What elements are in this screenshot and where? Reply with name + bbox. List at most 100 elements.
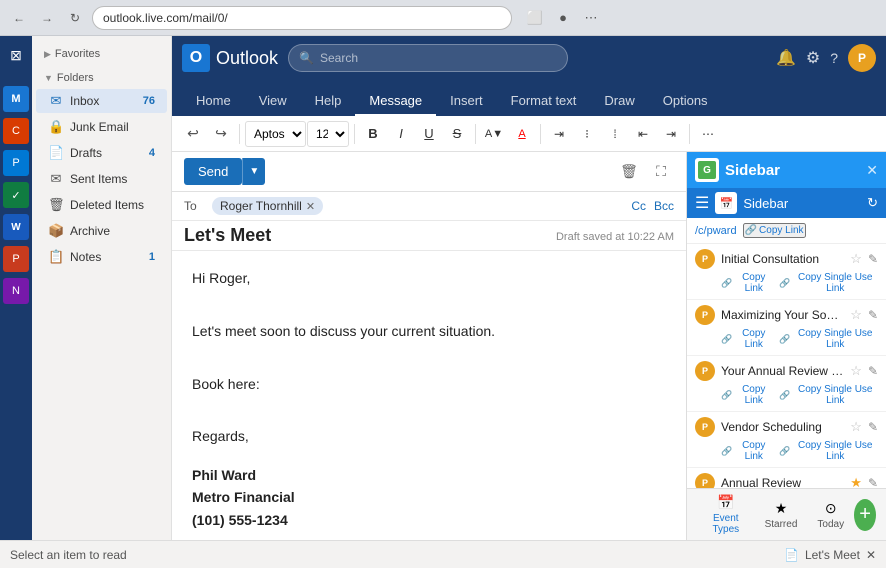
back-button[interactable]: ← [8, 7, 30, 29]
refresh-button[interactable]: ↻ [64, 7, 86, 29]
recipient-name: Roger Thornhill [220, 199, 302, 213]
gr-add-button[interactable]: + [854, 499, 876, 531]
gr-tab-starred[interactable]: ★ Starred [755, 496, 808, 534]
underline-button[interactable]: U [416, 121, 442, 147]
signature-phone: (101) 555-1234 [192, 509, 666, 531]
gr-edit-button[interactable]: ✎ [868, 364, 878, 378]
decrease-indent-button[interactable]: ⇤ [630, 121, 656, 147]
highlight-button[interactable]: A▼ [481, 121, 507, 147]
url-bar[interactable]: outlook.live.com/mail/0/ [92, 6, 512, 30]
forward-button[interactable]: → [36, 7, 58, 29]
notification-icon[interactable]: 🔔 [776, 48, 796, 68]
browser-menu-button[interactable]: ⋯ [580, 7, 602, 29]
gr-list-item: P Initial Consultation ☆ ✎ 🔗 Copy Link 🔗… [687, 244, 886, 300]
gr-close-button[interactable]: ✕ [866, 162, 878, 179]
tab-format-text[interactable]: Format text [497, 87, 591, 116]
gr-star-button[interactable]: ☆ [850, 363, 862, 379]
tab-message[interactable]: Message [355, 87, 436, 116]
discard-button[interactable]: 🗑 [616, 159, 642, 185]
formatting-toolbar: ↩ ↪ Aptos 12 B I U S A▼ A [172, 116, 886, 152]
increase-indent-button[interactable]: ⇥ [658, 121, 684, 147]
numbering-button[interactable]: ⁞ [602, 121, 628, 147]
gr-user-copy-link-button[interactable]: 🔗 Copy Link [743, 223, 806, 238]
gr-star-button[interactable]: ★ [850, 475, 862, 488]
gr-copy-link-button[interactable]: 🔗 Copy Link [721, 328, 773, 350]
app-icon-tasks[interactable]: ✓ [3, 182, 29, 208]
tab-insert[interactable]: Insert [436, 87, 497, 116]
search-input[interactable] [320, 51, 557, 65]
send-dropdown-button[interactable]: ▼ [242, 158, 265, 185]
app-icon-word[interactable]: W [3, 214, 29, 240]
email-body[interactable]: Hi Roger, Let's meet soon to discuss you… [172, 251, 686, 540]
cc-button[interactable]: Cc [631, 199, 646, 213]
font-size-select[interactable]: 12 [307, 121, 349, 147]
gr-edit-button[interactable]: ✎ [868, 420, 878, 434]
font-name-select[interactable]: Aptos [245, 121, 306, 147]
folder-archive[interactable]: 📦 Archive [36, 219, 167, 243]
indent-button[interactable]: ⇥ [546, 121, 572, 147]
font-color-button[interactable]: A [509, 121, 535, 147]
gr-copy-single-use-button[interactable]: 🔗 Copy Single Use Link [779, 272, 878, 294]
folder-deleted[interactable]: 🗑 Deleted Items [36, 193, 167, 217]
gr-star-button[interactable]: ☆ [850, 419, 862, 435]
redo-button[interactable]: ↪ [208, 121, 234, 147]
gr-edit-button[interactable]: ✎ [868, 252, 878, 266]
tab-draw[interactable]: Draw [590, 87, 648, 116]
to-recipient-field[interactable]: Roger Thornhill ✕ [212, 197, 323, 215]
gr-tab-event-types[interactable]: 📅 Event Types [697, 490, 755, 539]
profile-button[interactable]: ● [552, 7, 574, 29]
header-search-box[interactable]: 🔍 [288, 44, 568, 72]
folder-notes[interactable]: 📋 Notes 1 [36, 245, 167, 269]
email-subject[interactable]: Let's Meet [184, 225, 271, 245]
copy-single-use-icon: 🔗 [779, 334, 790, 345]
popout-button[interactable]: ⛶ [648, 159, 674, 185]
gr-star-button[interactable]: ☆ [850, 251, 862, 267]
bullets-button[interactable]: ⁝ [574, 121, 600, 147]
app-icon-powerpoint[interactable]: P [3, 246, 29, 272]
gr-tab-today[interactable]: ⊙ Today [807, 496, 854, 534]
folders-section[interactable]: ▼ Folders [32, 68, 171, 88]
settings-icon[interactable]: ⚙ [806, 48, 820, 68]
bcc-button[interactable]: Bcc [654, 199, 674, 213]
bottom-email-label[interactable]: Let's Meet [805, 548, 860, 562]
folder-sent[interactable]: ✉ Sent Items [36, 167, 167, 191]
italic-button[interactable]: I [388, 121, 414, 147]
app-icon-grid[interactable]: ⊠ [3, 42, 29, 68]
gr-copy-single-use-button[interactable]: 🔗 Copy Single Use Link [779, 384, 878, 406]
gr-copy-link-button[interactable]: 🔗 Copy Link [721, 272, 773, 294]
folder-junk[interactable]: 🔒 Junk Email [36, 115, 167, 139]
gr-edit-button[interactable]: ✎ [868, 476, 878, 488]
gr-copy-link-button[interactable]: 🔗 Copy Link [721, 440, 773, 462]
app-icon-mail[interactable]: M [3, 86, 29, 112]
app-icon-onenote[interactable]: N [3, 278, 29, 304]
gr-copy-single-use-button[interactable]: 🔗 Copy Single Use Link [779, 328, 878, 350]
gr-copy-link-button[interactable]: 🔗 Copy Link [721, 384, 773, 406]
favorites-section[interactable]: ▶ Favorites [32, 44, 171, 64]
remove-recipient-button[interactable]: ✕ [306, 200, 315, 213]
email-header-icons: 🗑 ⛶ [616, 159, 674, 185]
undo-button[interactable]: ↩ [180, 121, 206, 147]
gr-star-button[interactable]: ☆ [850, 307, 862, 323]
tab-options[interactable]: Options [649, 87, 722, 116]
app-icon-people[interactable]: P [3, 150, 29, 176]
help-icon[interactable]: ? [830, 50, 838, 66]
gr-edit-button[interactable]: ✎ [868, 308, 878, 322]
extensions-button[interactable]: ⬜ [524, 7, 546, 29]
gr-copy-single-use-button[interactable]: 🔗 Copy Single Use Link [779, 440, 878, 462]
more-options-button[interactable]: ⋯ [695, 121, 721, 147]
tab-home[interactable]: Home [182, 87, 245, 116]
bold-button[interactable]: B [360, 121, 386, 147]
tab-view[interactable]: View [245, 87, 301, 116]
email-action-bar: Send ▼ 🗑 ⛶ [172, 152, 686, 192]
left-app-icons: ⊠ M C P ✓ W P N [0, 36, 32, 540]
gr-refresh-button[interactable]: ↻ [867, 195, 878, 211]
send-button[interactable]: Send [184, 158, 242, 185]
bottom-close-button[interactable]: ✕ [866, 548, 876, 562]
tab-help[interactable]: Help [301, 87, 356, 116]
app-icon-calendar[interactable]: C [3, 118, 29, 144]
gr-menu-button[interactable]: ☰ [695, 193, 709, 213]
avatar[interactable]: P [848, 44, 876, 72]
strikethrough-button[interactable]: S [444, 121, 470, 147]
folder-inbox[interactable]: ✉ Inbox 76 [36, 89, 167, 113]
folder-drafts[interactable]: 📄 Drafts 4 [36, 141, 167, 165]
